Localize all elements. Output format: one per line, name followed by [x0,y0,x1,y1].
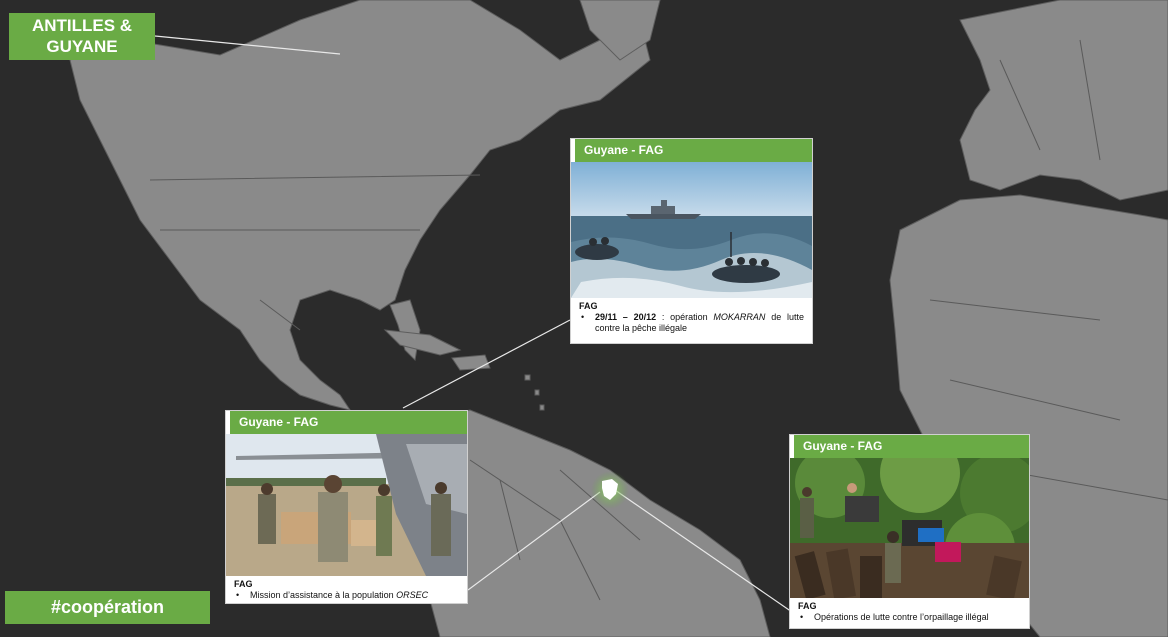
region-title-line2: GUYANE [46,37,118,56]
hashtag-badge: #coopération [5,591,210,624]
card-mokarran[interactable]: Guyane - FAG FAG • 29/11 – 20/12: opéra… [570,138,813,344]
photo-aircraft-loading [226,434,467,576]
card-body: FAG 29/11 – 20/12 : opération MOKARRAN d… [571,298,812,338]
photo-boats-at-sea [571,162,812,298]
card-bullet: Opérations de lutte contre l’orpaillage … [798,612,1021,623]
mission-name: ORSEC [396,590,429,600]
card-body: FAG Mission d’assistance à la population… [226,576,467,605]
operation-name: MOKARRAN [713,312,766,322]
photo-jungle-operation [790,458,1029,598]
card-bullet: 29/11 – 20/12 : opération MOKARRAN de lu… [579,312,804,334]
operation-dates: 29/11 – 20/12 [595,312,657,322]
card-header: Guyane - FAG [571,139,812,162]
card-unit: FAG [798,601,817,611]
card-unit: FAG [234,579,253,589]
region-title-badge: ANTILLES & GUYANE [9,13,155,60]
europe-landmass [959,0,1168,201]
map-stage: ANTILLES & GUYANE #coopération Guyane - … [0,0,1168,637]
card-header: Guyane - FAG [790,435,1029,458]
card-header: Guyane - FAG [226,411,467,434]
card-orsec[interactable]: Guyane - FAG FAG • Mission d’assistance … [225,410,468,604]
card-orpaillage[interactable]: Guyane - FAG FAG • Opérations de lutte c… [789,434,1030,629]
card-bullet: Mission d’assistance à la population ORS… [234,590,459,601]
card-unit: FAG [579,301,598,311]
card-body: FAG Opérations de lutte contre l’orpaill… [790,598,1029,627]
region-title-line1: ANTILLES & [31,16,133,35]
guyane-highlight-marker[interactable] [590,470,630,510]
